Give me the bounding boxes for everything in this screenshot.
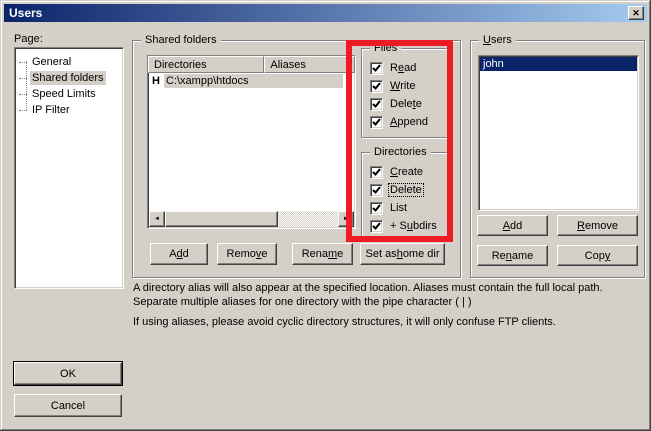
shared-remove-button[interactable]: Remove [217, 243, 277, 265]
tree-item-shared-folders[interactable]: Shared folders [15, 70, 123, 86]
checkbox-read[interactable]: Read [370, 59, 451, 77]
check-icon [372, 64, 381, 73]
close-button[interactable]: ✕ [628, 6, 644, 20]
checkbox-box[interactable] [370, 202, 383, 215]
arrow-left-icon: ◄ [154, 216, 160, 222]
checkbox-append[interactable]: Append [370, 113, 451, 131]
check-icon [372, 204, 381, 213]
checkbox-box[interactable] [370, 116, 383, 129]
directories-group-label: Directories [370, 145, 431, 159]
shared-folders-group-label: Shared folders [141, 33, 221, 47]
scrollbar-track[interactable] [278, 211, 338, 227]
checkbox-box[interactable] [370, 184, 383, 197]
users-dialog: Users ✕ Page: General Shared folders Spe… [0, 0, 651, 431]
titlebar[interactable]: Users ✕ [4, 4, 647, 22]
user-remove-button[interactable]: Remove [557, 215, 638, 236]
user-rename-button[interactable]: Rename [477, 245, 548, 266]
user-item-john[interactable]: john [480, 57, 637, 71]
checkbox-box[interactable] [370, 166, 383, 179]
tree-item-general[interactable]: General [15, 54, 123, 70]
cancel-button[interactable]: Cancel [14, 394, 122, 417]
scroll-right-button[interactable]: ► [338, 211, 354, 227]
user-copy-button[interactable]: Copy [557, 245, 638, 266]
checkbox-box[interactable] [370, 80, 383, 93]
users-group-label: Users [479, 33, 516, 47]
list-header: Directories Aliases [148, 56, 355, 73]
directory-path: C:\xampp\htdocs [164, 74, 343, 88]
column-header-directories[interactable]: Directories [148, 56, 264, 73]
users-group: Users john [470, 40, 645, 278]
alias-help-paragraph-2: If using aliases, please avoid cyclic di… [133, 315, 647, 329]
page-tree[interactable]: General Shared folders Speed Limits IP F… [14, 47, 124, 289]
check-icon [372, 100, 381, 109]
directories-list[interactable]: Directories Aliases H C:\xampp\htdocs ◄ … [147, 55, 356, 229]
tree-item-speed-limits[interactable]: Speed Limits [15, 86, 123, 102]
check-icon [372, 186, 381, 195]
checkbox-file-delete[interactable]: Delete [370, 95, 451, 113]
checkbox-write[interactable]: Write [370, 77, 451, 95]
check-icon [372, 118, 381, 127]
column-header-aliases[interactable]: Aliases [264, 56, 348, 73]
checkbox-list[interactable]: List [370, 199, 451, 217]
check-icon [372, 168, 381, 177]
check-icon [372, 222, 381, 231]
checkbox-box[interactable] [370, 62, 383, 75]
set-as-home-dir-button[interactable]: Set as home dir [360, 243, 445, 265]
directory-row[interactable]: H C:\xampp\htdocs [148, 73, 355, 89]
checkbox-create[interactable]: Create [370, 163, 451, 181]
files-permissions-group: Files Read Write Delete Append [361, 48, 452, 138]
check-icon [372, 82, 381, 91]
shared-add-button[interactable]: Add [150, 243, 208, 265]
users-list[interactable]: john [478, 55, 639, 211]
user-add-button[interactable]: Add [477, 215, 548, 236]
page-label: Page: [14, 33, 43, 45]
checkbox-dir-delete[interactable]: Delete [370, 181, 451, 199]
home-dir-marker: H [152, 75, 164, 87]
tree-item-ip-filter[interactable]: IP Filter [15, 102, 123, 118]
checkbox-box[interactable] [370, 98, 383, 111]
checkbox-subdirs[interactable]: + Subdirs [370, 217, 451, 235]
directories-permissions-group: Directories Create Delete List + Subdirs [361, 152, 452, 240]
scroll-left-button[interactable]: ◄ [149, 211, 165, 227]
alias-help-text: A directory alias will also appear at th… [133, 281, 647, 335]
alias-help-paragraph-1: A directory alias will also appear at th… [133, 281, 647, 309]
horizontal-scrollbar[interactable]: ◄ ► [149, 211, 354, 227]
scrollbar-thumb[interactable] [165, 211, 278, 227]
close-icon: ✕ [632, 9, 640, 18]
arrow-right-icon: ► [343, 216, 349, 222]
checkbox-box[interactable] [370, 220, 383, 233]
shared-rename-button[interactable]: Rename [292, 243, 353, 265]
column-header-filler [348, 56, 355, 73]
window-title: Users [4, 6, 42, 20]
ok-button[interactable]: OK [14, 362, 122, 385]
files-group-label: Files [370, 41, 401, 55]
